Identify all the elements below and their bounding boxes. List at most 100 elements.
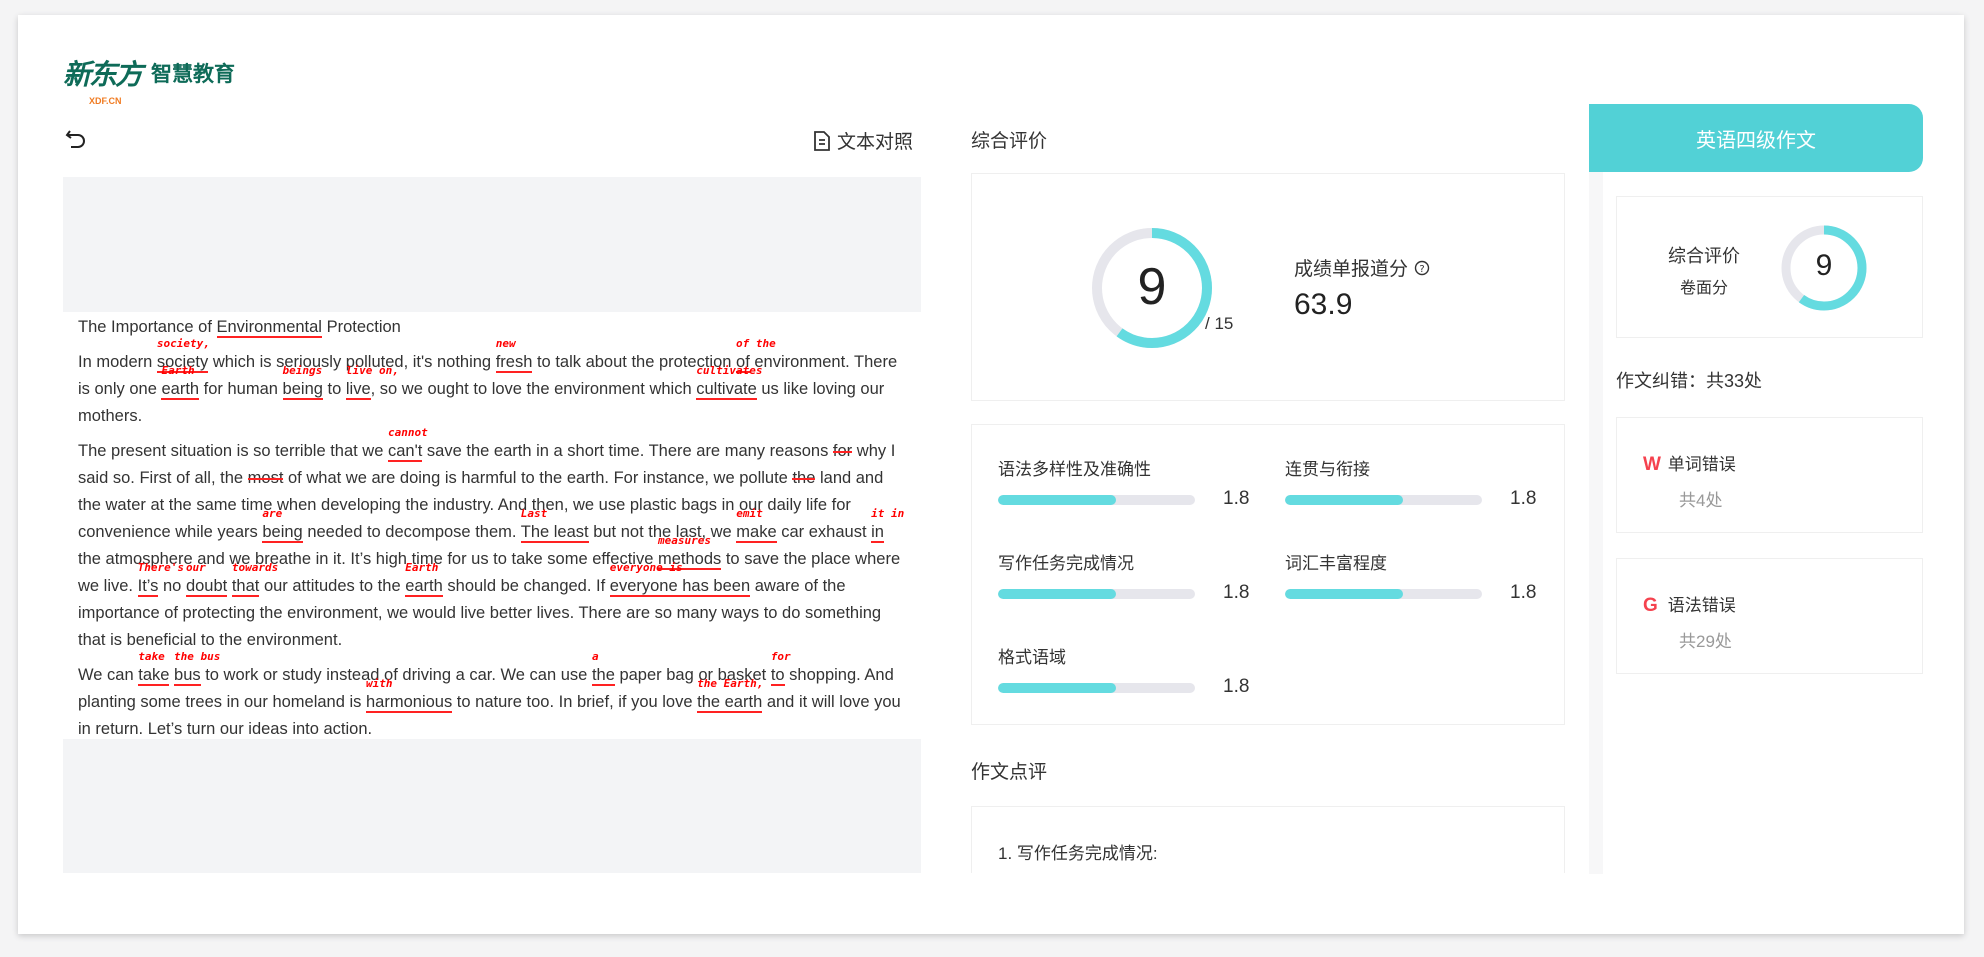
original-text: fresh [495,353,533,371]
original-text: the earth [697,693,763,711]
corrected-word[interactable]: earth Earth [405,562,443,597]
summary-score: 9 [1815,249,1833,282]
corrected-word[interactable]: Environmental the environment [216,312,322,338]
help-icon[interactable]: ? [1414,260,1430,276]
corrected-word[interactable]: that towards [231,562,278,597]
original-text: doubt [185,577,228,595]
original-text: for [832,442,853,460]
subscore-label: 格式语域 [998,648,1066,667]
original-text: The least [520,523,589,541]
correction-annotation: emit [736,507,763,520]
corrected-word[interactable]: bus the bus [174,651,220,686]
original-text: take [138,666,170,684]
essay-text-segment: Protection [321,318,401,336]
essay-text-segment: needed to decompose them. [302,523,521,541]
text-compare-label: 文本对照 [837,132,914,153]
corrected-word[interactable]: doubt our [185,562,228,597]
error-card-grammar[interactable]: G 语法错误 共29处 [1616,558,1923,674]
subscore-bar [998,683,1195,693]
essay-text-segment: no [158,577,186,595]
subscore-value: 1.8 [1510,582,1537,603]
subscore-label: 连贯与衔接 [1285,460,1370,479]
correction-annotation: take [138,650,165,663]
deleted-word[interactable]: for [833,442,852,460]
essay-text-segment: should be changed. If [442,577,610,595]
corrected-word[interactable]: fresh new [495,338,533,373]
right-panel-divider [1589,172,1603,874]
essay-text: The Importance of Environmental the envir… [63,312,921,739]
correction-annotation: beings [282,364,323,377]
image-placeholder-bottom [63,739,921,873]
grammar-error-icon: G [1643,595,1658,616]
correction-annotation: Last [520,507,548,520]
original-text: live [345,380,371,398]
original-text: being [282,380,323,398]
comments-heading: 作文点评 [971,762,1048,783]
corrected-word[interactable]: being are [262,508,303,543]
error-count: 共29处 [1679,632,1732,651]
score-max: / 15 [1205,314,1234,333]
correction-annotation: a [591,650,599,663]
error-card-word[interactable]: W 单词错误 共4处 [1616,417,1923,533]
tab-cet4-essay[interactable]: 英语四级作文 [1589,104,1923,172]
correction-annotation: Earth [405,561,439,574]
original-text: the [591,666,615,684]
overall-score: 9 [1137,258,1167,316]
corrected-word[interactable]: make emit [736,508,777,543]
subscores-card: 语法多样性及准确性 1.8 连贯与衔接 1.8 写作任务完成情况 1.8 词汇丰富程度… [971,424,1565,725]
original-text: It’s [137,577,159,595]
essay-text-segment: , so we ought to love the environment wh… [370,380,697,398]
logo: 新东方 XDF.CN 智慧教育 [63,60,235,107]
subscore-bar [998,589,1195,599]
corrected-word[interactable]: the a [591,651,615,686]
essay-text-segment: to nature too. In brief, if you love [452,693,698,711]
corrected-word[interactable]: to for [770,651,791,686]
subscore-bar-fill [1285,589,1404,599]
original-text: to [770,666,785,684]
original-text: earth [161,380,200,398]
logo-sub: XDF.CN [89,96,122,106]
comment-item-1: 1. 写作任务完成情况: [998,844,1158,863]
corrected-word[interactable]: earth Earth [161,365,200,400]
corrected-word[interactable]: the earth the Earth, [697,678,763,713]
correction-annotation: new [495,337,516,350]
undo-icon[interactable] [64,127,88,151]
corrected-word[interactable]: everyone has been everyone is [609,562,751,597]
corrected-word[interactable]: The least Last [520,508,589,543]
corrected-word[interactable]: cultivate cultivates [696,365,762,400]
original-text: make [736,523,777,541]
corrected-word[interactable]: harmonious with [366,678,453,713]
text-compare-button[interactable]: 文本对照 [813,127,913,154]
corrected-word[interactable]: can't cannot [388,427,428,462]
overall-score-card: 9 / 15 成绩单报道分 ? 63.9 [971,173,1565,401]
deleted-word[interactable]: most [248,469,284,487]
corrected-word[interactable]: It’s There's [137,562,184,597]
essay-paragraph: The present situation is so terrible tha… [78,427,906,654]
essay-text-segment: to work or study instead of driving a ca… [200,666,592,684]
corrected-word[interactable]: being beings [282,365,323,400]
original-text: most [247,469,284,487]
subscore-label: 语法多样性及准确性 [998,460,1151,479]
essay-paragraph: We can take take bus the bus to work or st… [78,651,906,739]
logo-mark: 新东方 XDF.CN [63,60,143,107]
summary-subtitle: 卷面分 [1679,280,1728,297]
comments-card: 1. 写作任务完成情况: [971,806,1565,873]
corrected-word[interactable]: live live on, [345,365,399,400]
corrected-word[interactable]: take take [138,651,170,686]
essay-text-segment: We can [78,666,139,684]
correction-annotation: are [262,507,283,520]
corrected-word[interactable]: in it in [871,508,904,543]
correction-annotation: Earth [161,364,195,377]
correction-annotation: with [366,677,393,690]
error-count: 共4处 [1679,491,1723,510]
overall-heading: 综合评价 [971,131,1048,152]
essay-text-segment: of what we are doing is harmful to the e… [283,469,793,487]
subscore-bar [1285,589,1482,599]
deleted-word[interactable]: the [792,469,815,487]
correction-annotation: it in [871,507,905,520]
correction-annotation: There's [137,561,184,574]
report-score-label: 成绩单报道分 [1294,259,1409,280]
subscore-value: 1.8 [1223,488,1250,509]
correction-annotation: of the [736,337,776,350]
summary-title: 综合评价 [1668,246,1740,266]
